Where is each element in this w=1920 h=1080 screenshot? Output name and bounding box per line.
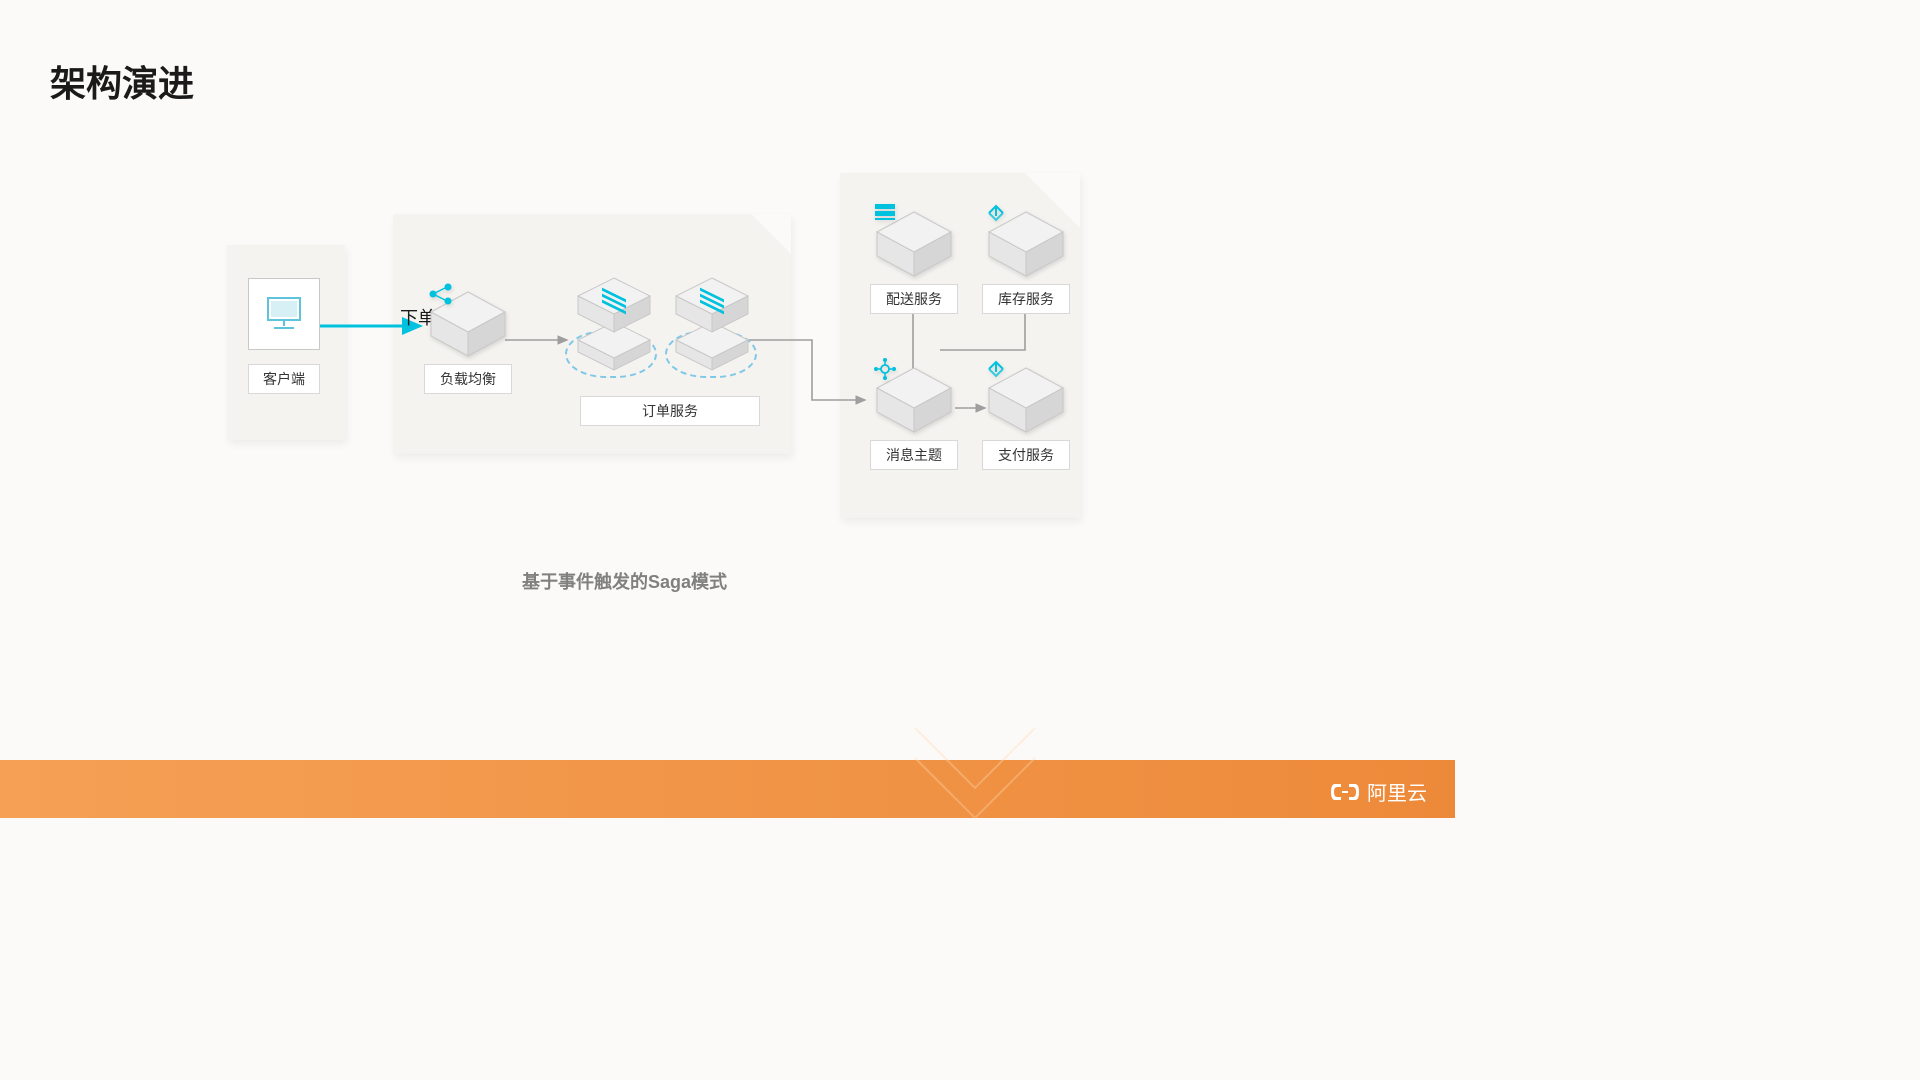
node-lb: 负载均衡	[424, 290, 512, 394]
label-inventory: 库存服务	[982, 284, 1070, 314]
node-client: 客户端	[248, 278, 320, 394]
label-payment: 支付服务	[982, 440, 1070, 470]
label-order: 订单服务	[580, 396, 760, 426]
cube-icon	[873, 210, 955, 278]
footer-bar: 阿里云	[0, 760, 1455, 818]
footer-decor-icon	[895, 718, 1055, 838]
cube-icon	[427, 290, 509, 358]
aliyun-logo-icon	[1331, 780, 1359, 804]
node-order-stack-1	[574, 272, 654, 377]
node-payment: 支付服务	[982, 366, 1070, 470]
cube-icon	[873, 366, 955, 434]
cube-icon	[985, 366, 1067, 434]
label-mq: 消息主题	[870, 440, 958, 470]
node-order-stack-2	[672, 272, 752, 377]
brand-text: 阿里云	[1367, 777, 1427, 806]
label-delivery: 配送服务	[870, 284, 958, 314]
architecture-diagram: 下单 客户端	[0, 0, 1455, 600]
footer-brand: 阿里云	[1331, 777, 1427, 806]
label-order-wrap: 订单服务	[580, 390, 760, 426]
label-lb: 负载均衡	[424, 364, 512, 394]
node-delivery: 配送服务	[870, 210, 958, 314]
server-stack-icon	[672, 272, 752, 372]
server-stack-icon	[574, 272, 654, 372]
monitor-icon	[264, 296, 304, 332]
label-client: 客户端	[248, 364, 320, 394]
cube-icon	[985, 210, 1067, 278]
diagram-caption: 基于事件触发的Saga模式	[522, 568, 727, 594]
node-inventory: 库存服务	[982, 210, 1070, 314]
node-mq: 消息主题	[870, 366, 958, 470]
